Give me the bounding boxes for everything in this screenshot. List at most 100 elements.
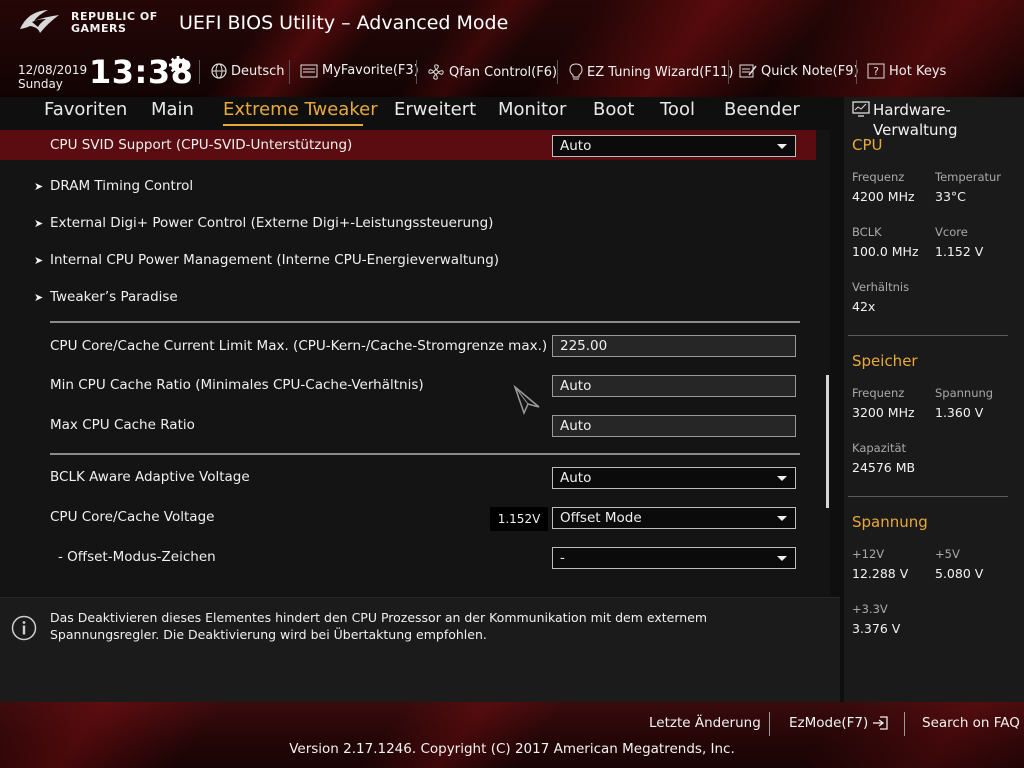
tab-erweitert[interactable]: Erweitert [394,99,476,120]
last-change-button[interactable]: Letzte Änderung [649,715,761,731]
myfavorite-label: MyFavorite(F3) [322,63,419,78]
submenu-dram-timing[interactable]: DRAM Timing Control [50,178,193,194]
mem-freq-value: 3200 MHz [852,405,915,420]
qfan-label: Qfan Control(F6) [449,64,558,80]
cpu-heading: CPU [852,136,883,154]
tab-tool[interactable]: Tool [660,99,695,120]
hardware-monitor-title: Hardware-Verwaltung [873,101,958,139]
cpu-bclk-label: BCLK [852,225,882,239]
section-divider [50,453,800,455]
cpu-ratio-label: Verhältnis [852,280,910,294]
v33-label: +3.3V [852,602,888,616]
main-tabs: Favoriten Main Extreme Tweaker Erweitert… [0,97,830,127]
submenu-tweakers-paradise[interactable]: Tweaker’s Paradise [50,289,178,305]
submenu-arrow-icon: ➤ [34,217,44,230]
mem-volt-label: Spannung [935,386,994,400]
exit-arrow-icon [873,716,888,730]
bclk-adaptive-value: Auto [560,470,592,486]
memory-heading: Speicher [852,352,918,370]
tab-favoriten[interactable]: Favoriten [44,99,127,120]
offset-sign-value: - [560,550,565,566]
hot-keys-button[interactable]: ? Hot Keys [867,63,946,79]
mem-capacity-label: Kapazität [852,441,907,455]
footer-separator [769,712,770,736]
svid-dropdown[interactable]: Auto [552,135,796,157]
info-icon [11,615,37,641]
setting-label-offset-sign: - Offset-Modus-Zeichen [58,549,216,565]
chevron-down-icon [777,476,787,481]
panel-divider [848,496,1008,497]
toolbar-separator [856,60,857,84]
quick-note-label: Quick Note(F9) [761,63,859,79]
lightbulb-icon [569,63,583,80]
qfan-control-button[interactable]: Qfan Control(F6) [427,63,557,81]
bclk-adaptive-dropdown[interactable]: Auto [552,467,796,489]
min-cache-ratio-input[interactable]: Auto [552,375,796,397]
tab-boot[interactable]: Boot [593,99,634,120]
mem-capacity-value: 24576 MB [852,460,916,475]
cpu-bclk-value: 100.0 MHz [852,244,919,259]
toolbar-separator [289,60,290,84]
tab-beender[interactable]: Beender [724,99,800,120]
mem-volt-value: 1.360 V [935,405,984,420]
v12-label: +12V [852,547,885,561]
app-title: UEFI BIOS Utility – Advanced Mode [179,12,509,34]
scrollbar[interactable] [826,375,829,508]
tab-extreme-tweaker[interactable]: Extreme Tweaker [223,99,378,120]
setting-label-current-limit: CPU Core/Cache Current Limit Max. (CPU-K… [50,338,548,354]
submenu-arrow-icon: ➤ [34,291,44,304]
cpu-vcore-label: Vcore [935,225,968,239]
chevron-down-icon [777,144,787,149]
copyright-text: Version 2.17.1246. Copyright (C) 2017 Am… [289,741,735,757]
language-button[interactable]: Deutsch [211,63,285,79]
cpu-vcore-value: 1.152 V [935,244,984,259]
rog-logo [20,10,59,33]
cpu-ratio-value: 42x [852,299,876,314]
active-tab-underline [223,124,363,126]
max-cache-ratio-input[interactable]: Auto [552,415,796,437]
gear-icon[interactable] [169,56,187,74]
submenu-arrow-icon: ➤ [34,180,44,193]
v12-value: 12.288 V [852,566,909,581]
ez-tuning-wizard-button[interactable]: EZ Tuning Wizard(F11) [569,63,733,81]
monitor-icon [852,101,870,117]
offset-sign-dropdown[interactable]: - [552,547,796,569]
toolbar-separator [557,60,558,84]
ezmode-label: EzMode(F7) [789,715,869,731]
submenu-arrow-icon: ➤ [34,254,44,267]
tab-main[interactable]: Main [151,99,194,120]
section-divider [50,321,800,323]
cpu-freq-label: Frequenz [852,170,905,184]
setting-label-max-cache-ratio: Max CPU Cache Ratio [50,417,195,433]
chevron-down-icon [777,556,787,561]
svid-value: Auto [560,138,592,154]
myfavorite-button[interactable]: MyFavorite(F3) [300,63,419,78]
setting-label-core-voltage: CPU Core/Cache Voltage [50,509,215,525]
brand-line-2: GAMERS [71,22,127,35]
weekday: Sunday [18,77,63,91]
submenu-internal-power[interactable]: Internal CPU Power Management (Interne C… [50,252,499,268]
setting-label-min-cache-ratio: Min CPU Cache Ratio (Minimales CPU-Cache… [50,377,424,393]
panel-divider [848,335,1008,336]
chevron-down-icon [777,516,787,521]
toolbar-separator [416,60,417,84]
toolbar-separator [199,60,200,84]
ezmode-button[interactable]: EzMode(F7) [789,715,890,731]
quick-note-button[interactable]: Quick Note(F9) [739,63,859,79]
voltage-reading: 1.152V [490,507,548,531]
search-faq-button[interactable]: Search on FAQ [922,715,1020,731]
core-voltage-value: Offset Mode [560,510,642,526]
cpu-freq-value: 4200 MHz [852,189,915,204]
help-icon: ? [867,63,885,79]
core-voltage-dropdown[interactable]: Offset Mode [552,507,796,529]
setting-label-svid: CPU SVID Support (CPU-SVID-Unterstützung… [50,137,353,153]
quicknote-icon [739,64,757,78]
v5-value: 5.080 V [935,566,984,581]
current-limit-input[interactable]: 225.00 [552,335,796,357]
date: 12/08/2019 [18,63,88,77]
setting-label-bclk-adaptive: BCLK Aware Adaptive Voltage [50,469,250,485]
tab-monitor[interactable]: Monitor [498,99,566,120]
ez-tuning-label: EZ Tuning Wizard(F11) [587,64,734,80]
cpu-temp-value: 33°C [935,189,966,204]
submenu-external-digi[interactable]: External Digi+ Power Control (Externe Di… [50,215,493,231]
